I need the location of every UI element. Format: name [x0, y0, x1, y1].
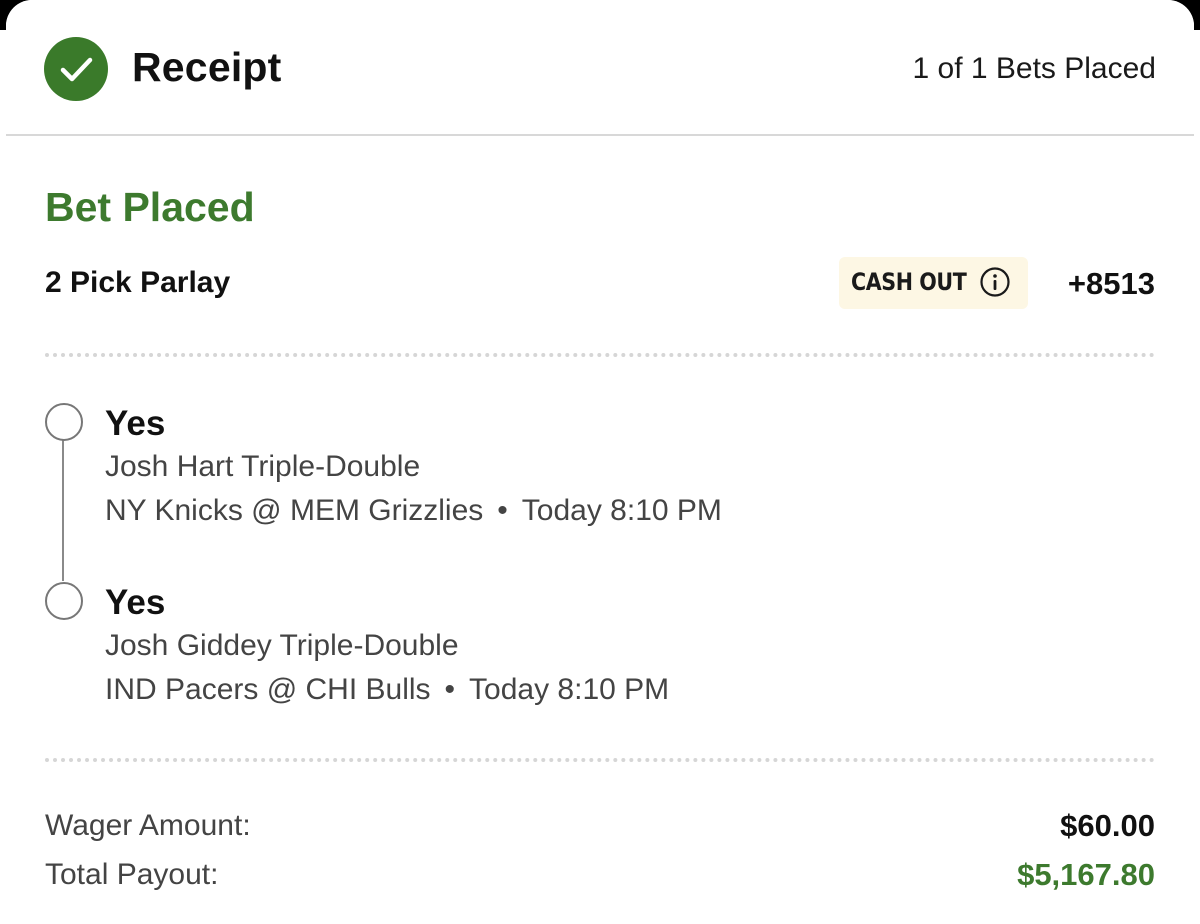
- leg-pick: Yes: [105, 583, 166, 622]
- total-payout-label: Total Payout:: [45, 858, 219, 891]
- receipt-title: Receipt: [132, 44, 282, 90]
- parlay-odds: +8513: [1067, 266, 1155, 301]
- divider: [45, 353, 1155, 357]
- total-payout-value: $5,167.80: [1017, 857, 1155, 892]
- wager-amount-value: $60.00: [1060, 808, 1155, 843]
- receipt-screen: Receipt 1 of 1 Bets Placed Bet Placed 2 …: [0, 0, 1200, 924]
- cash-out-label: CASH OUT: [851, 268, 967, 296]
- leg-time: Today 8:10 PM: [469, 673, 670, 706]
- empty-circle-icon: [45, 403, 83, 441]
- leg-event: IND Pacers @ CHI Bulls • Today 8:10 PM: [105, 673, 669, 707]
- cash-out-button[interactable]: CASH OUT: [839, 257, 1028, 309]
- leg-matchup: NY Knicks @ MEM Grizzlies: [105, 494, 484, 527]
- leg-market: Josh Hart Triple-Double: [105, 450, 421, 483]
- leg-pick: Yes: [105, 404, 166, 443]
- wager-amount-label: Wager Amount:: [45, 809, 251, 842]
- empty-circle-icon: [45, 582, 83, 620]
- bet-status: Bet Placed: [45, 184, 255, 230]
- leg-separator: •: [497, 494, 508, 527]
- bet-type: 2 Pick Parlay: [45, 266, 231, 299]
- divider: [45, 758, 1155, 762]
- check-circle-icon: [44, 37, 108, 101]
- legs-connector: [62, 440, 64, 581]
- leg-event: NY Knicks @ MEM Grizzlies • Today 8:10 PM: [105, 494, 722, 528]
- receipt-header: Receipt 1 of 1 Bets Placed: [6, 0, 1194, 136]
- leg-market: Josh Giddey Triple-Double: [105, 629, 459, 662]
- leg-matchup: IND Pacers @ CHI Bulls: [105, 673, 431, 706]
- info-icon[interactable]: [979, 266, 1011, 298]
- leg-separator: •: [444, 673, 456, 706]
- leg-time: Today 8:10 PM: [521, 494, 722, 527]
- bets-placed-count: 1 of 1 Bets Placed: [912, 52, 1157, 85]
